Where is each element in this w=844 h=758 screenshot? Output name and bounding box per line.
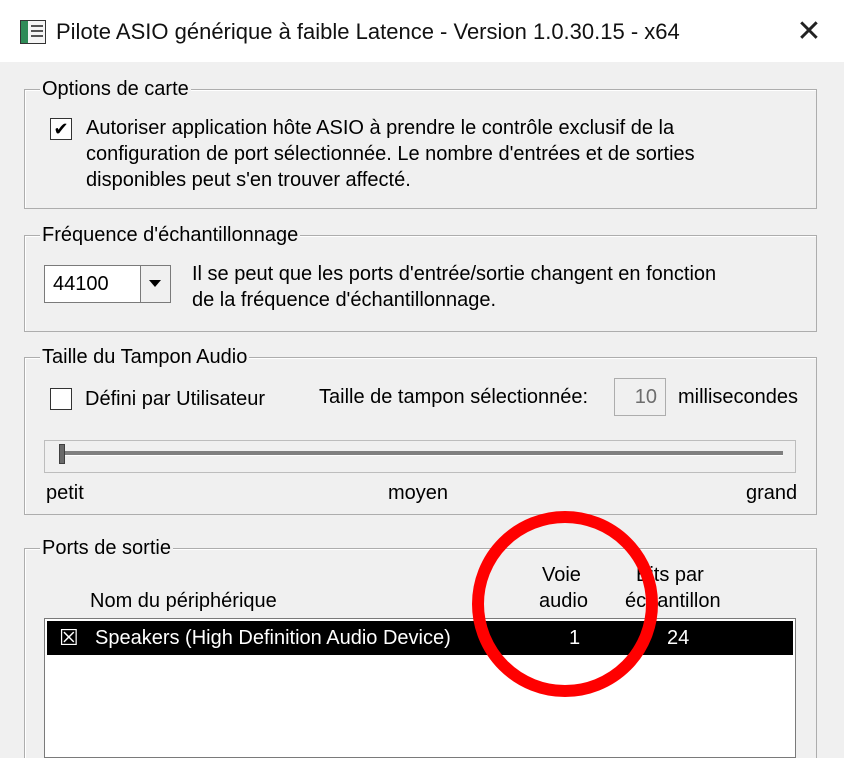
port-device-name: Speakers (High Definition Audio Device) xyxy=(95,627,451,649)
slider-max-label: grand xyxy=(746,482,798,504)
exclusive-control-label-line2: configuration de port sélectionnée. Le n… xyxy=(86,143,695,165)
buffer-size-legend: Taille du Tampon Audio xyxy=(40,346,250,369)
highlight-circle xyxy=(472,511,658,697)
exclusive-control-checkbox[interactable]: ✔ xyxy=(50,118,72,140)
buffer-unit-label: millisecondes xyxy=(678,386,799,408)
close-button[interactable]: ✕ xyxy=(790,14,828,50)
chevron-down-icon[interactable] xyxy=(140,266,170,302)
port-enabled-checkbox[interactable]: ☒ xyxy=(59,625,79,651)
exclusive-control-label-line3: disponibles peut s'en trouver affecté. xyxy=(86,169,411,191)
window-title: Pilote ASIO générique à faible Latence -… xyxy=(56,19,680,44)
port-bits: 24 xyxy=(667,627,690,649)
buffer-slider[interactable] xyxy=(44,440,796,473)
sample-rate-dropdown[interactable]: 44100 xyxy=(44,265,171,303)
exclusive-control-label-line1: Autoriser application hôte ASIO à prendr… xyxy=(86,117,675,139)
output-ports-legend: Ports de sortie xyxy=(40,537,173,560)
card-options-legend: Options de carte xyxy=(40,78,191,101)
slider-thumb[interactable] xyxy=(59,444,65,464)
buffer-size-input[interactable]: 10 xyxy=(614,378,666,416)
slider-mid-label: moyen xyxy=(388,482,449,504)
user-defined-label: Défini par Utilisateur xyxy=(85,388,266,410)
column-header-device: Nom du périphérique xyxy=(90,590,277,612)
user-defined-checkbox[interactable] xyxy=(50,388,72,410)
sample-rate-legend: Fréquence d'échantillonnage xyxy=(40,224,301,247)
app-icon xyxy=(20,20,46,44)
output-ports-list[interactable]: ☒ Speakers (High Definition Audio Device… xyxy=(44,618,796,758)
sample-rate-note-line2: de la fréquence d'échantillonnage. xyxy=(192,289,497,311)
slider-track xyxy=(59,451,783,456)
sample-rate-note-line1: Il se peut que les ports d'entrée/sortie… xyxy=(192,263,717,285)
selected-buffer-label: Taille de tampon sélectionnée: xyxy=(319,386,589,408)
slider-min-label: petit xyxy=(46,482,84,504)
table-row[interactable]: ☒ Speakers (High Definition Audio Device… xyxy=(47,621,793,655)
sample-rate-value: 44100 xyxy=(53,273,109,295)
